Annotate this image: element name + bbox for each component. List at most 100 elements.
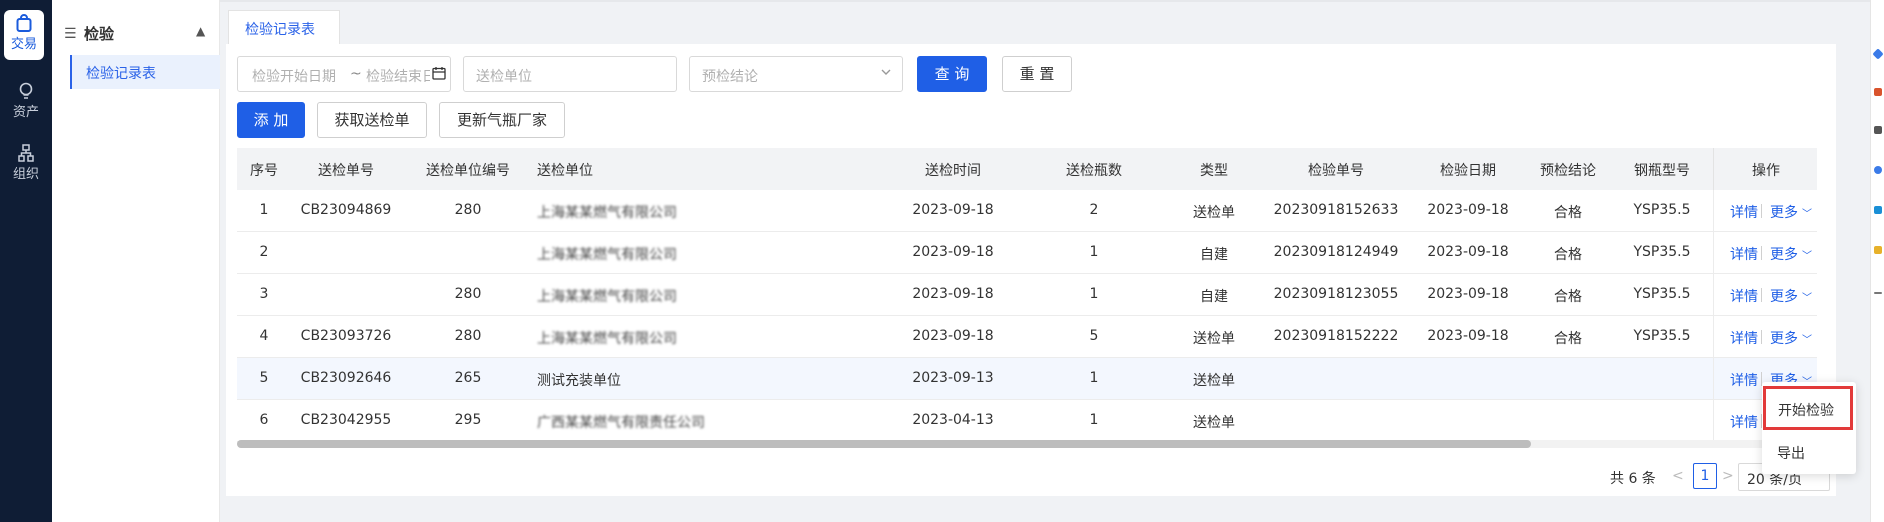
col-header: 检验日期 [1440,163,1496,179]
start-inspection-menu-item[interactable]: 开始检验 [1763,386,1853,430]
detail-link[interactable]: 详情 [1730,412,1758,432]
table-header: 序号 送检单号 送检单位编号 送检单位 送检时间 送检瓶数 类型 检验单号 检验… [237,148,1817,190]
col-header: 送检单位编号 [426,163,510,179]
conclusion-placeholder: 预检结论 [702,69,758,85]
more-link[interactable]: 更多 [1770,286,1798,306]
link-divider [1761,246,1762,260]
chevron-down-icon[interactable]: ﹀ [1802,289,1812,304]
circle-icon[interactable] [1874,166,1882,174]
star-icon[interactable] [1874,246,1882,254]
cell-insp-no: 20230918124949 [1273,244,1399,260]
detail-link[interactable]: 详情 [1730,286,1758,306]
link-divider [1761,204,1762,218]
more-link[interactable]: 更多 [1770,202,1798,222]
gift-icon[interactable] [1874,88,1882,96]
prev-page-icon[interactable]: < [1672,468,1684,484]
cell-unit: 上海某某燃气有限公司 [537,289,677,305]
date-separator: ~ [350,66,362,82]
ops-cell: 详情更多 ﹀ [1713,232,1817,274]
cell-unit-code: 280 [454,328,482,344]
cell-conclusion: 合格 [1554,331,1582,347]
link-divider [1761,288,1762,302]
export-menu-item[interactable]: 导出 [1762,434,1856,470]
calendar-icon [432,66,446,84]
ops-cell: 详情更多 ﹀ [1713,316,1817,358]
menu-item-inspection-records[interactable]: 检验记录表 [70,55,220,89]
table-row[interactable]: 5CB23092646265测试充装单位2023-09-131送检单详情更多﹀ [237,358,1817,400]
query-button[interactable]: 查 询 [917,56,987,92]
ops-header-cell: 操作 [1713,148,1817,190]
update-manufacturer-button[interactable]: 更新气瓶厂家 [439,102,565,138]
next-page-icon[interactable]: > [1722,468,1734,484]
detail-link[interactable]: 详情 [1730,328,1758,348]
reset-button[interactable]: 重 置 [1002,56,1072,92]
tab-label: 检验记录表 [245,22,315,38]
detail-link[interactable]: 详情 [1730,370,1758,390]
date-range-picker[interactable]: 检验开始日期 ~ 检验结束日期 [237,56,451,92]
page-1-button[interactable]: 1 [1693,463,1717,489]
cell-unit-code: 265 [454,370,482,386]
minus-icon[interactable] [1874,292,1882,294]
tab-inspection-records[interactable]: 检验记录表 [228,10,340,44]
detail-link[interactable]: 详情 [1730,244,1758,264]
rail-item-label: 交易 [10,37,37,52]
cell-unit-code: 295 [454,412,482,428]
ops-cell: 详情更多 ﹀ [1713,190,1817,232]
more-link[interactable]: 更多 [1770,244,1798,264]
col-header: 送检瓶数 [1066,163,1122,179]
cell-conclusion: 合格 [1554,247,1582,263]
cell-unit: 测试充装单位 [537,373,621,389]
cell-type: 送检单 [1193,331,1235,347]
detail-link[interactable]: 详情 [1730,202,1758,222]
table-row[interactable]: 6 CB23042955 295 广西某某燃气有限责任公司 2023-04-13 1 送检单… [237,400,1817,442]
add-button[interactable]: 添 加 [237,102,305,138]
menu-group-inspection[interactable]: ☰ 检验 ▲ [52,18,220,48]
table-row[interactable]: 2 上海某某燃气有限公司 2023-09-18 1 自建 20230918124949 20… [237,232,1817,274]
diamond-icon[interactable] [1872,48,1884,60]
more-dropdown-menu: 开始检验 导出 [1762,382,1856,474]
rail-item-trade[interactable]: 交易 [4,10,44,60]
horizontal-scrollbar[interactable] [237,440,1817,448]
table-row[interactable]: 3 280 上海某某燃气有限公司 2023-09-18 1 自建 2023091812305… [237,274,1817,316]
chevron-down-icon[interactable]: ﹀ [1802,205,1812,220]
rail-item-label: 组织 [12,167,39,182]
cell-type: 自建 [1200,247,1228,263]
unit-input[interactable]: 送检单位 [463,56,677,92]
table-row[interactable]: 4 CB23093726 280 上海某某燃气有限公司 2023-09-18 5 送检单 20… [237,316,1817,358]
cell-insp-no: 20230918152633 [1273,202,1399,218]
cell-count: 1 [1089,370,1099,386]
side-menu: ☰ 检验 ▲ 检验记录表 [52,0,220,522]
app-icon[interactable] [1874,206,1882,214]
table-row[interactable]: 1 CB23094869 280 上海某某燃气有限公司 2023-09-18 2 送检单 20… [237,190,1817,232]
org-chart-icon [0,140,52,162]
scrollbar-thumb[interactable] [237,440,1531,448]
unit-placeholder: 送检单位 [476,69,532,85]
cell-model: YSP35.5 [1633,244,1691,260]
rail-item-org[interactable]: 组织 [0,140,52,192]
cell-time: 2023-09-18 [912,328,994,344]
cell-conclusion: 合格 [1554,205,1582,221]
cell-type: 送检单 [1193,373,1235,389]
cell-insp-date: 2023-09-18 [1427,202,1509,218]
cell-order: CB23042955 [300,412,392,428]
chevron-down-icon[interactable]: ﹀ [1802,331,1812,346]
chevron-down-icon[interactable]: ﹀ [1802,247,1812,262]
more-link[interactable]: 更多 [1770,328,1798,348]
pagination-total: 共 6 条 [1610,471,1656,487]
cell-unit: 上海某某燃气有限公司 [537,247,677,263]
col-header: 序号 [250,163,278,179]
menu-item-label: 导出 [1777,446,1805,462]
person-icon[interactable] [1874,126,1882,134]
cell-order: CB23092646 [300,370,392,386]
menu-item-label: 检验记录表 [86,66,156,82]
cell-no: 4 [259,328,269,344]
fetch-order-button[interactable]: 获取送检单 [317,102,427,138]
rail-item-assets[interactable]: 资产 [0,78,52,130]
cell-no: 2 [259,244,269,260]
cell-count: 1 [1089,412,1099,428]
conclusion-select[interactable]: 预检结论 [689,56,903,92]
cell-no: 1 [259,202,269,218]
cell-insp-date: 2023-09-18 [1427,244,1509,260]
cell-unit: 上海某某燃气有限公司 [537,331,677,347]
shopping-bag-icon [4,10,44,32]
